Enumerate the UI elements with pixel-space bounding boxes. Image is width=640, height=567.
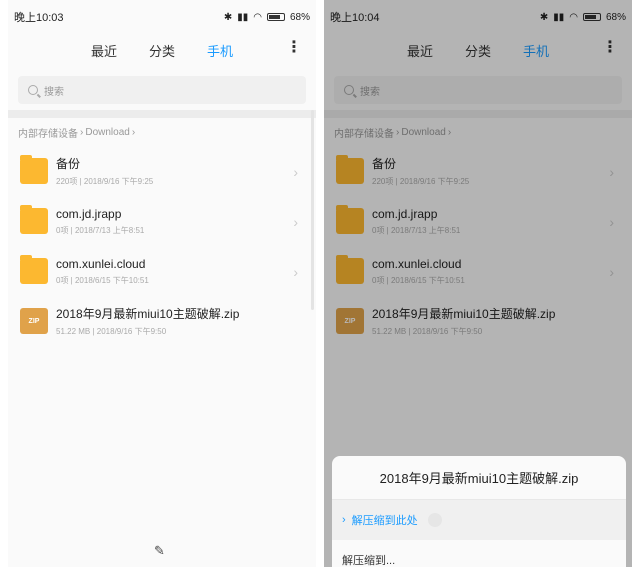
chevron-right-icon: › — [80, 126, 84, 138]
battery-icon — [266, 13, 285, 21]
folder-icon — [336, 155, 364, 184]
file-list: 备份 220项 | 2018/9/16 下午9:25 › com.jd.jrap… — [324, 146, 632, 346]
search-placeholder: 搜索 — [44, 86, 64, 98]
divider — [324, 110, 632, 118]
scrollbar[interactable] — [311, 110, 314, 310]
status-icons: ✱ ▮▮ ◠ 68% — [540, 12, 626, 23]
sheet-title: 2018年9月最新miui10主题破解.zip — [332, 456, 626, 500]
chevron-right-icon: › — [609, 264, 614, 280]
extract-here-option[interactable]: › 解压缩到此处 — [332, 500, 626, 540]
tab-recent[interactable]: 最近 — [407, 41, 433, 60]
more-vertical-icon[interactable]: ⋮ — [286, 40, 302, 56]
option-label: 解压缩到此处 — [351, 515, 418, 527]
extract-to-option[interactable]: 解压缩到... — [332, 540, 626, 567]
item-name: 2018年9月最新miui10主题破解.zip — [56, 307, 240, 321]
breadcrumb-root[interactable]: 内部存储设备 — [18, 125, 78, 140]
bluetooth-icon: ✱ — [223, 11, 233, 23]
breadcrumb-folder[interactable]: Download — [85, 127, 129, 138]
list-item[interactable]: com.jd.jrapp 0项 | 2018/7/13 上午8:51 › — [324, 196, 632, 246]
tab-phone[interactable]: 手机 — [207, 41, 233, 60]
breadcrumb-folder[interactable]: Download — [401, 127, 445, 138]
right-screen: 晚上10:04 ✱ ▮▮ ◠ 68% 最近 分类 手机 ⋮ 搜索 内部存储设备 … — [324, 0, 632, 567]
item-meta: 220项 | 2018/9/16 下午9:25 — [372, 177, 470, 186]
item-meta: 0项 | 2018/7/13 上午8:51 — [372, 225, 461, 235]
tab-phone[interactable]: 手机 — [523, 41, 549, 60]
search-icon — [344, 85, 354, 95]
list-item[interactable]: com.xunlei.cloud 0项 | 2018/6/15 下午10:51 … — [8, 246, 316, 296]
signal-icon: ▮▮ — [553, 11, 565, 23]
tab-bar: 最近 分类 手机 ⋮ — [324, 34, 632, 66]
list-item[interactable]: com.jd.jrapp 0项 | 2018/7/13 上午8:51 › — [8, 196, 316, 246]
more-vertical-icon[interactable]: ⋮ — [602, 40, 618, 56]
battery-percent: 68% — [605, 11, 626, 23]
folder-icon — [336, 205, 364, 234]
list-item[interactable]: ZIP 2018年9月最新miui10主题破解.zip 51.22 MB | 2… — [8, 296, 316, 346]
search-input[interactable]: 搜索 — [18, 76, 306, 104]
tab-category[interactable]: 分类 — [465, 41, 491, 60]
breadcrumb: 内部存储设备 › Download › — [324, 118, 632, 146]
status-bar: 晚上10:04 ✱ ▮▮ ◠ 68% — [324, 0, 632, 34]
chevron-right-icon: › — [609, 214, 614, 230]
tab-bar: 最近 分类 手机 ⋮ — [8, 34, 316, 66]
item-name: com.jd.jrapp — [56, 206, 122, 221]
folder-icon — [20, 205, 48, 234]
tab-category[interactable]: 分类 — [149, 41, 175, 60]
wifi-icon: ◠ — [253, 11, 262, 23]
wifi-icon: ◠ — [569, 11, 578, 23]
chevron-right-icon: › — [342, 514, 346, 526]
item-name: com.jd.jrapp — [372, 206, 438, 221]
search-placeholder: 搜索 — [360, 86, 380, 98]
zip-file-icon: ZIP — [20, 308, 48, 334]
battery-icon — [582, 13, 601, 21]
touch-indicator — [427, 513, 442, 527]
status-time: 晚上10:03 — [14, 12, 64, 24]
status-bar: 晚上10:03 ✱ ▮▮ ◠ 68% — [8, 0, 316, 34]
tab-recent[interactable]: 最近 — [91, 41, 117, 60]
breadcrumb-root[interactable]: 内部存储设备 — [334, 125, 394, 140]
item-meta: 0项 | 2018/6/15 下午10:51 — [372, 275, 465, 285]
search-input[interactable]: 搜索 — [334, 76, 622, 104]
bluetooth-icon: ✱ — [539, 11, 549, 23]
option-label: 解压缩到... — [342, 555, 396, 567]
list-item[interactable]: ZIP 2018年9月最新miui10主题破解.zip 51.22 MB | 2… — [324, 296, 632, 346]
status-time: 晚上10:04 — [330, 12, 380, 24]
item-name: 2018年9月最新miui10主题破解.zip — [372, 307, 556, 321]
chevron-right-icon: › — [396, 126, 400, 138]
list-item[interactable]: com.xunlei.cloud 0项 | 2018/6/15 下午10:51 … — [324, 246, 632, 296]
list-item[interactable]: 备份 220项 | 2018/9/16 下午9:25 › — [8, 146, 316, 196]
chevron-right-icon: › — [293, 264, 298, 280]
broom-icon[interactable]: ✎ — [154, 543, 165, 559]
chevron-right-icon: › — [131, 126, 136, 138]
left-screen: 晚上10:03 ✱ ▮▮ ◠ 68% 最近 分类 手机 ⋮ 搜索 内部存储设备 … — [8, 0, 316, 567]
status-icons: ✱ ▮▮ ◠ 68% — [224, 12, 310, 23]
chevron-right-icon: › — [293, 164, 298, 180]
item-meta: 220项 | 2018/9/16 下午9:25 — [56, 177, 154, 186]
item-meta: 0项 | 2018/7/13 上午8:51 — [56, 225, 145, 235]
breadcrumb: 内部存储设备 › Download › — [8, 118, 316, 146]
item-meta: 51.22 MB | 2018/9/16 下午9:50 — [56, 327, 167, 336]
signal-icon: ▮▮ — [237, 11, 249, 23]
folder-icon — [20, 255, 48, 284]
item-meta: 51.22 MB | 2018/9/16 下午9:50 — [372, 327, 483, 336]
item-name: com.xunlei.cloud — [372, 256, 462, 271]
item-name: 备份 — [56, 157, 81, 171]
item-name: com.xunlei.cloud — [56, 256, 146, 271]
chevron-right-icon: › — [447, 126, 452, 138]
zip-file-icon: ZIP — [336, 308, 364, 334]
folder-icon — [336, 255, 364, 284]
action-sheet: 2018年9月最新miui10主题破解.zip › 解压缩到此处 解压缩到... — [332, 456, 626, 567]
item-meta: 0项 | 2018/6/15 下午10:51 — [56, 275, 149, 285]
folder-icon — [20, 155, 48, 184]
item-name: 备份 — [372, 157, 397, 171]
divider — [8, 110, 316, 118]
chevron-right-icon: › — [609, 164, 614, 180]
search-icon — [28, 85, 38, 95]
list-item[interactable]: 备份 220项 | 2018/9/16 下午9:25 › — [324, 146, 632, 196]
battery-percent: 68% — [289, 11, 310, 23]
chevron-right-icon: › — [293, 214, 298, 230]
file-list: 备份 220项 | 2018/9/16 下午9:25 › com.jd.jrap… — [8, 146, 316, 346]
